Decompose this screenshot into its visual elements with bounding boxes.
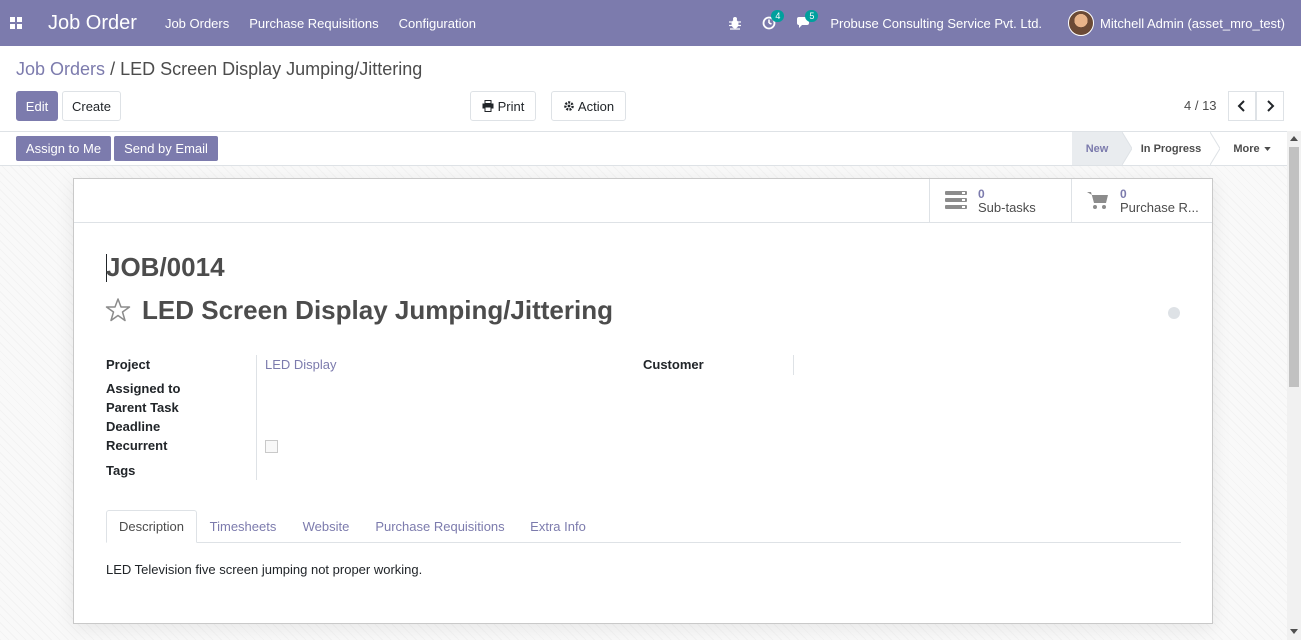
gear-icon xyxy=(564,101,574,111)
menu-configuration[interactable]: Configuration xyxy=(399,16,476,31)
stage-in-progress[interactable]: In Progress xyxy=(1132,132,1210,165)
stage-more-dropdown[interactable]: More xyxy=(1222,132,1282,165)
shopping-cart-icon xyxy=(1086,189,1110,214)
form-sheet: 0 Sub-tasks 0 Purchase R... JOB/0014 LED… xyxy=(73,178,1213,624)
tab-extra-info[interactable]: Extra Info xyxy=(520,510,596,543)
company-switcher[interactable]: Probuse Consulting Service Pvt. Ltd. xyxy=(830,16,1042,31)
breadcrumb-separator: / xyxy=(110,59,116,79)
messages-chat-icon[interactable]: 5 xyxy=(796,10,819,30)
purchase-requisitions-button[interactable]: 0 Purchase R... xyxy=(1071,179,1212,223)
project-value-link[interactable]: LED Display xyxy=(265,357,337,372)
kanban-state-indicator[interactable] xyxy=(1168,307,1180,319)
tab-purchase-requisitions[interactable]: Purchase Requisitions xyxy=(368,510,512,543)
task-title[interactable]: LED Screen Display Jumping/Jittering xyxy=(142,295,613,326)
sub-tasks-button[interactable]: 0 Sub-tasks xyxy=(929,179,1071,223)
stage-arrow-icon xyxy=(1122,132,1132,165)
sub-tasks-label: Sub-tasks xyxy=(978,201,1036,215)
activity-clock-icon[interactable]: 4 xyxy=(762,10,785,30)
scroll-up-icon[interactable] xyxy=(1290,136,1298,141)
chevron-left-icon xyxy=(1237,100,1245,112)
user-menu[interactable]: Mitchell Admin (asset_mro_test) xyxy=(1100,16,1285,31)
deadline-label: Deadline xyxy=(106,419,161,434)
field-separator xyxy=(256,355,257,480)
action-label: Action xyxy=(577,98,615,114)
recurrent-checkbox[interactable] xyxy=(265,440,278,453)
tab-timesheets[interactable]: Timesheets xyxy=(202,510,284,543)
apps-menu-icon[interactable] xyxy=(0,0,32,46)
breadcrumb: Job Orders / LED Screen Display Jumping/… xyxy=(16,59,422,80)
smart-button-box: 0 Sub-tasks 0 Purchase R... xyxy=(74,179,1212,223)
tags-label: Tags xyxy=(106,463,136,478)
tab-website[interactable]: Website xyxy=(292,510,360,543)
stage-new[interactable]: New xyxy=(1072,132,1122,165)
field-separator xyxy=(793,355,794,375)
priority-star-icon[interactable] xyxy=(105,297,131,326)
breadcrumb-parent[interactable]: Job Orders xyxy=(16,59,105,79)
send-by-email-button[interactable]: Send by Email xyxy=(114,136,218,161)
tasks-icon xyxy=(944,189,968,214)
debug-bug-icon[interactable] xyxy=(728,16,742,30)
action-button[interactable]: Action xyxy=(551,91,626,121)
app-title[interactable]: Job Order xyxy=(48,12,137,35)
menu-job-orders[interactable]: Job Orders xyxy=(165,16,229,31)
status-bar: Assign to Me Send by Email New In Progre… xyxy=(0,131,1301,166)
pager-value[interactable]: 4 / 13 xyxy=(1184,98,1217,113)
message-count-badge: 5 xyxy=(805,10,819,22)
customer-label: Customer xyxy=(643,357,704,372)
tab-description[interactable]: Description xyxy=(106,510,197,543)
description-text[interactable]: LED Television five screen jumping not p… xyxy=(106,562,422,577)
breadcrumb-current: LED Screen Display Jumping/Jittering xyxy=(120,59,423,79)
caret-down-icon xyxy=(1263,146,1271,151)
purchase-requisitions-label: Purchase R... xyxy=(1120,201,1199,215)
parent-task-label: Parent Task xyxy=(106,400,179,415)
user-avatar[interactable] xyxy=(1068,10,1095,36)
activity-count-badge: 4 xyxy=(771,10,785,22)
chevron-right-icon xyxy=(1267,100,1275,112)
scrollbar-thumb[interactable] xyxy=(1289,147,1299,387)
print-label: Print xyxy=(497,98,525,114)
pager-previous-button[interactable] xyxy=(1228,91,1256,121)
menu-purchase-requisitions[interactable]: Purchase Requisitions xyxy=(249,16,378,31)
scroll-down-icon[interactable] xyxy=(1290,629,1298,634)
stage-more-label: More xyxy=(1233,142,1260,155)
vertical-scrollbar[interactable] xyxy=(1287,131,1301,640)
recurrent-label: Recurrent xyxy=(106,438,168,453)
stage-arrow-icon xyxy=(1210,132,1220,165)
create-button[interactable]: Create xyxy=(62,91,121,121)
assign-to-me-button[interactable]: Assign to Me xyxy=(16,136,111,161)
purchase-requisitions-count: 0 xyxy=(1120,187,1127,201)
notebook-tabs: Description Timesheets Website Purchase … xyxy=(106,510,1181,543)
top-navbar: Job Order Job Orders Purchase Requisitio… xyxy=(0,0,1301,46)
job-reference: JOB/0014 xyxy=(106,252,225,282)
edit-button[interactable]: Edit xyxy=(16,91,58,121)
sub-tasks-count: 0 xyxy=(978,187,985,201)
print-icon xyxy=(482,100,494,112)
pager-next-button[interactable] xyxy=(1256,91,1284,121)
print-button[interactable]: Print xyxy=(470,91,536,121)
assigned-to-label: Assigned to xyxy=(106,381,181,396)
project-label: Project xyxy=(106,357,151,372)
